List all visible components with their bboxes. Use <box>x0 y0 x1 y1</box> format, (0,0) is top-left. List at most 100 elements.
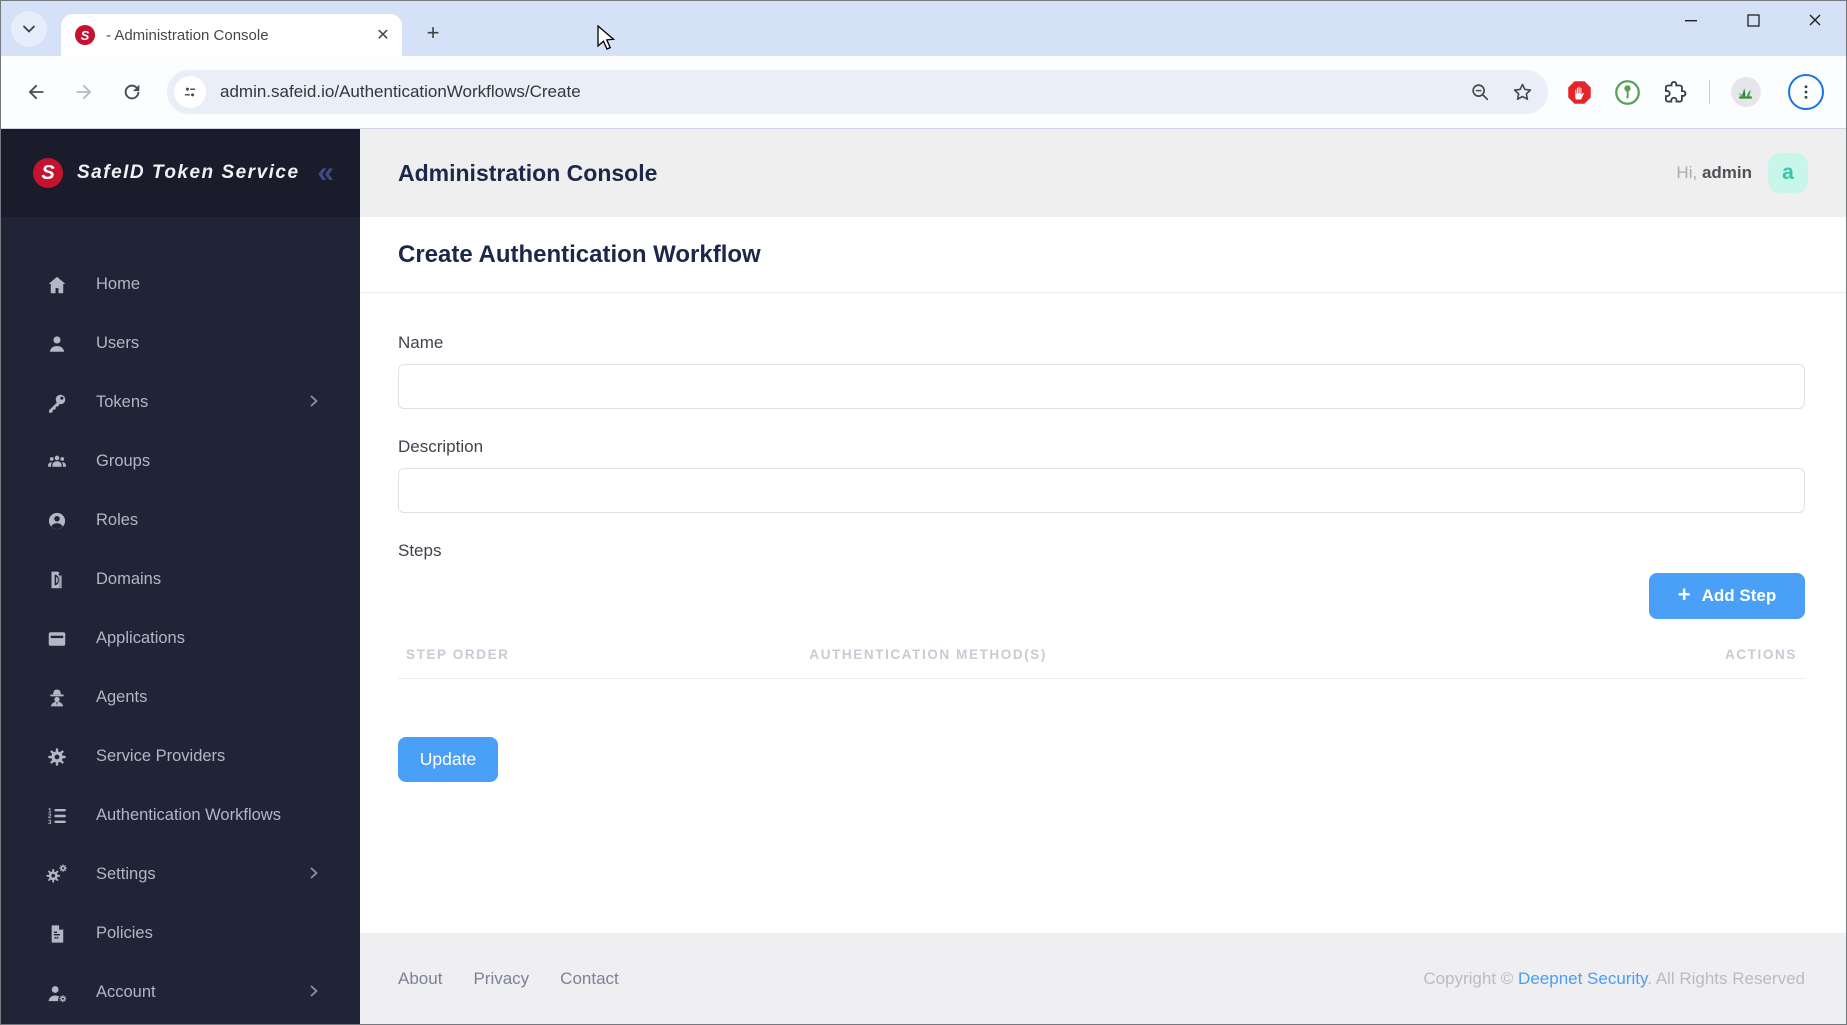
back-button[interactable] <box>19 75 53 109</box>
zoom-icon[interactable] <box>1469 81 1491 103</box>
steps-table-header: STEP ORDER AUTHENTICATION METHOD(S) ACTI… <box>398 633 1805 679</box>
tab-title: - Administration Console <box>106 26 269 44</box>
sidebar-item-service-providers[interactable]: Service Providers <box>1 727 360 786</box>
chevron-right-icon <box>308 866 320 884</box>
site-settings-button[interactable] <box>174 76 206 108</box>
footer-link-contact[interactable]: Contact <box>560 969 619 989</box>
minimize-icon <box>1685 20 1697 22</box>
brand-name: SafeID Token Service <box>77 162 300 183</box>
forward-arrow-icon <box>76 84 92 100</box>
app-window-icon <box>46 628 68 650</box>
new-tab-button[interactable]: + <box>418 18 448 48</box>
home-icon <box>46 274 68 296</box>
window-controls <box>1660 1 1846 39</box>
chevron-down-icon <box>23 25 35 33</box>
sidebar-item-tokens[interactable]: Tokens <box>1 373 360 432</box>
steps-label: Steps <box>398 541 442 560</box>
column-step-order: STEP ORDER <box>406 647 510 662</box>
sidebar-item-settings[interactable]: Settings <box>1 845 360 904</box>
page-title-bar: Create Authentication Workflow <box>360 217 1846 293</box>
address-bar[interactable]: admin.safeid.io/AuthenticationWorkflows/… <box>167 70 1548 114</box>
extensions-area <box>1558 74 1832 110</box>
sidebar-item-agents[interactable]: Agents <box>1 668 360 727</box>
sidebar-brand[interactable]: S SafeID Token Service « <box>1 129 360 217</box>
page-title: Create Authentication Workflow <box>398 240 761 268</box>
sidebar-item-policies[interactable]: Policies <box>1 904 360 963</box>
description-label: Description <box>398 437 484 456</box>
name-label: Name <box>398 333 444 352</box>
maximize-button[interactable] <box>1722 1 1784 39</box>
extensions-puzzle-icon[interactable] <box>1662 79 1688 105</box>
user-avatar[interactable]: a <box>1768 153 1808 193</box>
back-arrow-icon <box>28 84 44 100</box>
sidebar-item-roles[interactable]: Roles <box>1 491 360 550</box>
add-step-button[interactable]: + Add Step <box>1649 573 1805 619</box>
greeting-text: Hi, admin <box>1676 163 1752 182</box>
column-authentication-methods: AUTHENTICATION METHOD(S) <box>809 647 1048 662</box>
plus-icon: + <box>1677 582 1691 607</box>
safeid-logo-icon: S <box>33 158 63 188</box>
chevron-right-icon <box>308 394 320 412</box>
reload-button[interactable] <box>115 75 149 109</box>
chevron-right-icon <box>308 984 320 1002</box>
tab-close-icon[interactable]: ✕ <box>374 26 392 44</box>
users-group-icon <box>46 451 68 473</box>
profile-avatar[interactable] <box>1731 77 1761 107</box>
user-icon <box>46 333 68 355</box>
browser-window: S - Administration Console ✕ + admin.saf… <box>0 0 1847 1025</box>
three-dot-menu-icon <box>1804 85 1808 99</box>
adblock-extension-icon[interactable] <box>1566 79 1593 106</box>
sidebar-item-domains[interactable]: Domains <box>1 550 360 609</box>
minimize-button[interactable] <box>1660 1 1722 39</box>
user-gear-icon <box>46 982 68 1004</box>
app-header: Administration Console Hi, admin a <box>360 129 1846 217</box>
name-input[interactable] <box>398 364 1805 409</box>
person-circle-icon <box>46 510 68 532</box>
green-key-extension-icon[interactable] <box>1614 79 1641 106</box>
close-window-button[interactable] <box>1784 1 1846 39</box>
sidebar: S SafeID Token Service « Home Users Toke… <box>1 129 360 1024</box>
forward-button[interactable] <box>67 75 101 109</box>
tune-icon <box>184 87 196 97</box>
sidebar-item-account[interactable]: Account <box>1 963 360 1022</box>
reload-icon <box>124 84 140 100</box>
column-actions: ACTIONS <box>1725 647 1797 662</box>
tab-strip: S - Administration Console ✕ + <box>1 1 1846 56</box>
policy-document-icon <box>46 923 68 945</box>
key-icon <box>46 392 68 414</box>
bookmark-star-icon[interactable] <box>1511 81 1534 104</box>
toolbar-separator <box>1709 80 1710 104</box>
workflow-form: Name Description Steps + Add Step STEP O… <box>360 293 1846 933</box>
tab-search-button[interactable] <box>11 11 47 47</box>
sidebar-item-groups[interactable]: Groups <box>1 432 360 491</box>
browser-tab[interactable]: S - Administration Console ✕ <box>61 14 402 56</box>
sidebar-item-applications[interactable]: Applications <box>1 609 360 668</box>
sidebar-nav: Home Users Tokens Groups Roles Domains A… <box>1 217 360 1022</box>
maximize-icon <box>1746 13 1760 27</box>
description-input[interactable] <box>398 468 1805 513</box>
gear-icon <box>46 746 68 768</box>
ordered-list-icon: 123 <box>46 805 68 827</box>
footer-link-about[interactable]: About <box>398 969 442 989</box>
tab-favicon: S <box>75 25 95 45</box>
app-header-title: Administration Console <box>398 159 658 186</box>
url-text[interactable]: admin.safeid.io/AuthenticationWorkflows/… <box>220 82 1457 102</box>
sidebar-item-home[interactable]: Home <box>1 255 360 314</box>
username: admin <box>1701 163 1752 182</box>
svg-text:3: 3 <box>48 818 52 825</box>
browser-menu-button[interactable] <box>1788 74 1824 110</box>
update-button[interactable]: Update <box>398 737 498 782</box>
profile-avatar-image <box>1731 77 1761 107</box>
sidebar-collapse-icon[interactable]: « <box>317 158 334 188</box>
footer-link-privacy[interactable]: Privacy <box>473 969 529 989</box>
gears-icon <box>46 863 68 886</box>
agent-spy-icon <box>46 687 68 709</box>
domain-icon <box>46 569 68 591</box>
footer: About Privacy Contact Copyright © Deepne… <box>360 933 1846 1024</box>
copyright-text: Copyright © Deepnet Security. All Rights… <box>1423 968 1805 988</box>
sidebar-item-authentication-workflows[interactable]: 123 Authentication Workflows <box>1 786 360 845</box>
browser-toolbar: admin.safeid.io/AuthenticationWorkflows/… <box>1 56 1846 129</box>
sidebar-item-users[interactable]: Users <box>1 314 360 373</box>
copyright-link[interactable]: Deepnet Security <box>1518 969 1647 988</box>
close-icon <box>1809 14 1821 26</box>
